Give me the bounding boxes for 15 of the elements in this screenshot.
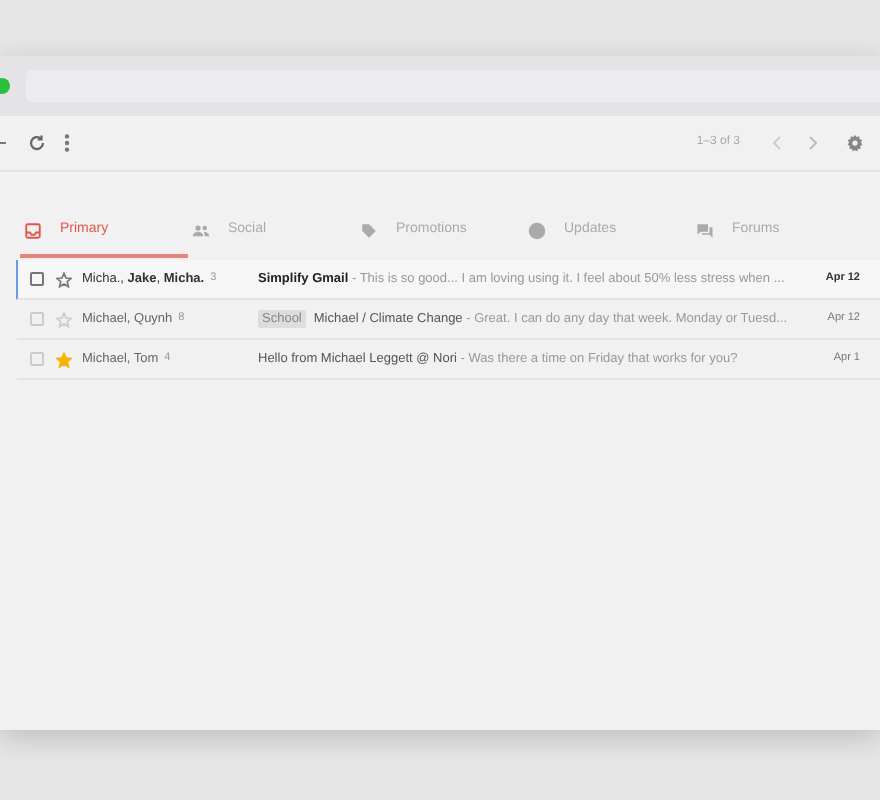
settings-icon[interactable] [846, 134, 864, 152]
previous-page-icon[interactable] [772, 136, 782, 150]
people-icon [192, 222, 210, 240]
forum-icon [696, 222, 714, 240]
tag-icon [360, 222, 378, 240]
checkbox[interactable] [30, 312, 44, 326]
checkbox[interactable] [30, 352, 44, 366]
star-icon[interactable] [56, 351, 72, 367]
next-page-icon[interactable] [808, 136, 818, 150]
inbox-icon [24, 222, 42, 240]
star-icon[interactable] [56, 311, 72, 327]
more-icon[interactable] [64, 134, 70, 152]
checkbox[interactable] [30, 272, 44, 286]
star-icon[interactable] [56, 271, 72, 287]
refresh-icon[interactable] [28, 134, 46, 152]
